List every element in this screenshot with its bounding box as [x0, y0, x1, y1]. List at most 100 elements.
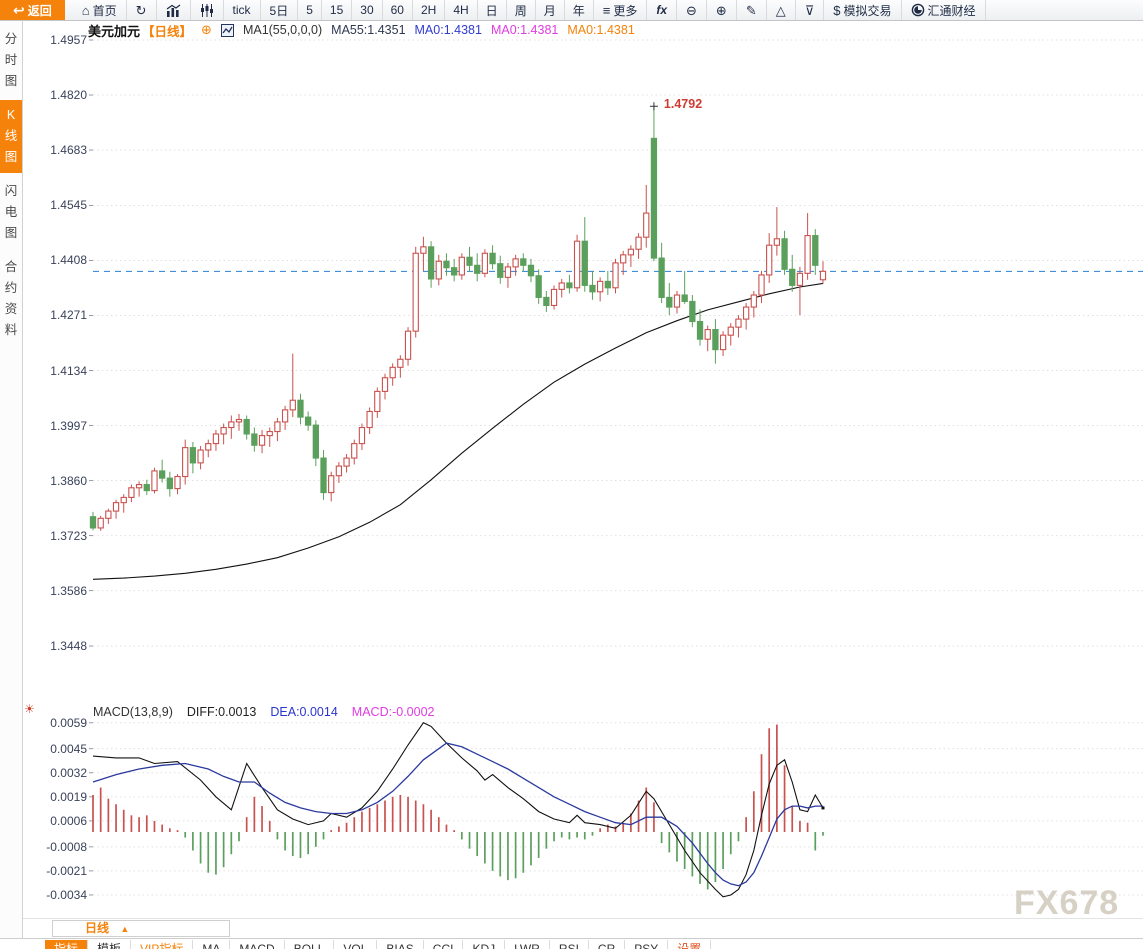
- candle-body[interactable]: [166, 477, 173, 490]
- candle-body[interactable]: [489, 252, 496, 265]
- candle-body[interactable]: [658, 257, 665, 298]
- candle-body[interactable]: [558, 282, 565, 290]
- candle-body[interactable]: [481, 252, 489, 274]
- sidebar-tab-time-chart[interactable]: 分时图: [0, 24, 22, 97]
- triangle-down-button[interactable]: ⊽: [796, 0, 825, 20]
- interval-2h[interactable]: 2H: [413, 0, 446, 20]
- interval-4h[interactable]: 4H: [445, 0, 478, 20]
- candle-body[interactable]: [105, 510, 112, 519]
- candle-body[interactable]: [427, 246, 435, 280]
- candle-body[interactable]: [812, 235, 819, 266]
- candle-body[interactable]: [458, 256, 465, 276]
- candle-body[interactable]: [182, 447, 189, 478]
- candle-body[interactable]: [719, 334, 727, 351]
- candle-body[interactable]: [612, 262, 619, 289]
- formula-button[interactable]: fx: [647, 0, 678, 20]
- candle-body[interactable]: [189, 447, 197, 464]
- candle-body[interactable]: [351, 443, 358, 459]
- interval-5[interactable]: 5: [298, 0, 322, 20]
- macd-settings-sun-icon[interactable]: ☀: [24, 702, 35, 716]
- tab-rsi[interactable]: RSI: [550, 940, 589, 949]
- candle-body[interactable]: [335, 465, 343, 477]
- candle-body[interactable]: [566, 282, 573, 289]
- candle-body[interactable]: [474, 264, 481, 274]
- candle-body[interactable]: [135, 484, 143, 489]
- candle-body[interactable]: [466, 256, 473, 266]
- candle-body[interactable]: [251, 433, 258, 446]
- tab-settings[interactable]: 设置: [668, 940, 712, 949]
- candle-body[interactable]: [819, 270, 827, 281]
- candle-body[interactable]: [520, 258, 527, 266]
- candle-body[interactable]: [274, 421, 281, 433]
- candle-body[interactable]: [404, 330, 412, 360]
- candle-body[interactable]: [389, 366, 396, 379]
- candle-body[interactable]: [620, 254, 627, 264]
- interval-60[interactable]: 60: [383, 0, 413, 20]
- candle-body[interactable]: [750, 294, 757, 308]
- period-selector-button[interactable]: 日线 ▲: [52, 920, 230, 937]
- home-button[interactable]: ⌂ 首页: [73, 0, 127, 20]
- candle-body[interactable]: [758, 274, 765, 296]
- candle-body[interactable]: [604, 280, 611, 289]
- tick-button[interactable]: tick: [224, 0, 261, 20]
- candle-body[interactable]: [397, 358, 404, 368]
- sidebar-tab-contract-info[interactable]: 合约资料: [0, 252, 22, 346]
- candle-body[interactable]: [328, 475, 335, 494]
- tab-cci[interactable]: CCI: [424, 940, 464, 949]
- more-button[interactable]: ≡ 更多: [594, 0, 648, 20]
- candle-body[interactable]: [243, 418, 250, 435]
- candle-body[interactable]: [297, 399, 304, 418]
- candle-body[interactable]: [281, 409, 289, 423]
- candle-body[interactable]: [735, 318, 742, 328]
- interval-5d[interactable]: 5日: [261, 0, 299, 20]
- candle-body[interactable]: [781, 238, 788, 270]
- interval-year[interactable]: 年: [565, 0, 594, 20]
- interval-15[interactable]: 15: [322, 0, 353, 20]
- candle-body[interactable]: [289, 399, 296, 411]
- candle-body[interactable]: [696, 320, 704, 340]
- candle-body[interactable]: [504, 266, 512, 278]
- candle-body[interactable]: [443, 260, 450, 269]
- candle-body[interactable]: [420, 246, 427, 254]
- sidebar-tab-kline-chart[interactable]: K线图: [0, 100, 22, 173]
- candle-body[interactable]: [89, 516, 97, 529]
- candle-body[interactable]: [412, 252, 419, 332]
- tab-boll[interactable]: BOLL: [285, 940, 335, 949]
- candle-body[interactable]: [712, 329, 719, 351]
- zoom-out-button[interactable]: ⊖: [677, 0, 707, 20]
- candle-body[interactable]: [235, 418, 243, 423]
- interval-month[interactable]: 月: [536, 0, 565, 20]
- candle-body[interactable]: [320, 457, 327, 494]
- candle-body[interactable]: [435, 260, 442, 280]
- candle-body[interactable]: [305, 416, 312, 426]
- candle-body[interactable]: [128, 487, 135, 498]
- candle-body[interactable]: [573, 240, 581, 289]
- candle-body[interactable]: [689, 300, 696, 323]
- candle-body[interactable]: [704, 329, 711, 340]
- tab-template[interactable]: 模板: [88, 940, 132, 949]
- sim-trade-button[interactable]: $ 模拟交易: [824, 0, 902, 20]
- candle-body[interactable]: [596, 280, 604, 293]
- candle-body[interactable]: [174, 475, 181, 490]
- tab-vip-indicator[interactable]: VIP指标: [131, 940, 194, 949]
- candle-body[interactable]: [97, 517, 104, 529]
- triangle-up-button[interactable]: △: [767, 0, 796, 20]
- tab-indicator[interactable]: 指标: [45, 940, 89, 949]
- candle-body[interactable]: [589, 284, 596, 293]
- candle-body[interactable]: [727, 326, 734, 336]
- tab-kdj[interactable]: KDJ: [463, 940, 506, 949]
- candle-body[interactable]: [343, 457, 350, 467]
- candle-body[interactable]: [543, 296, 550, 307]
- tab-macd[interactable]: MACD: [230, 940, 285, 949]
- candle-body[interactable]: [266, 431, 273, 437]
- tab-vol[interactable]: VOL: [334, 940, 378, 949]
- candle-body[interactable]: [120, 496, 127, 504]
- tab-cr[interactable]: CR: [589, 940, 626, 949]
- candle-body[interactable]: [112, 502, 120, 512]
- kline-style-icon[interactable]: [220, 23, 234, 37]
- interval-30[interactable]: 30: [352, 0, 383, 20]
- candle-body[interactable]: [742, 306, 750, 320]
- candle-body[interactable]: [773, 238, 781, 246]
- candle-body[interactable]: [497, 263, 504, 278]
- candle-body[interactable]: [650, 137, 658, 259]
